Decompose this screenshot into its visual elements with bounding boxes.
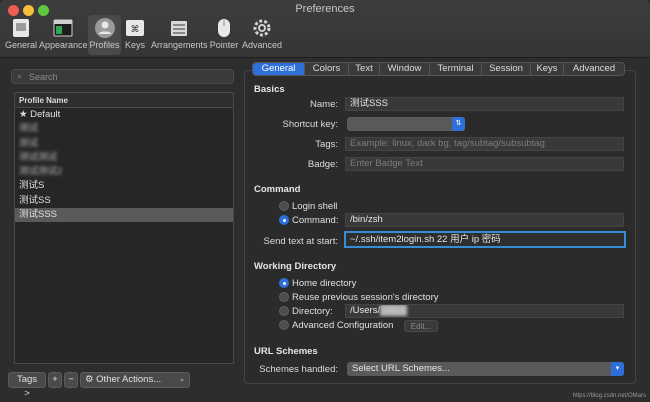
home-directory-radio[interactable] bbox=[279, 278, 289, 288]
general-icon bbox=[13, 19, 29, 37]
list-item[interactable]: 测试S bbox=[15, 179, 233, 193]
command-field[interactable]: /bin/zsh bbox=[345, 213, 624, 227]
command-radio[interactable] bbox=[279, 215, 289, 225]
list-item[interactable]: 测试 bbox=[15, 137, 233, 151]
basics-heading: Basics bbox=[254, 84, 285, 95]
url-schemes-select[interactable]: Select URL Schemes... ▾ bbox=[347, 362, 624, 376]
add-profile-button[interactable]: + bbox=[48, 372, 62, 388]
appearance-icon bbox=[53, 19, 73, 37]
home-directory-option[interactable]: Home directory bbox=[279, 278, 356, 290]
list-item-selected[interactable]: 测试SSS bbox=[15, 208, 233, 223]
toolbar-general[interactable]: General bbox=[4, 15, 38, 55]
preferences-window: Preferences General Appearance Profiles … bbox=[0, 0, 650, 402]
pointer-icon bbox=[218, 19, 230, 37]
tags-label: Tags: bbox=[315, 139, 338, 150]
edit-button[interactable]: Edit... bbox=[404, 320, 438, 332]
name-label: Name: bbox=[310, 99, 338, 110]
directory-field[interactable]: /Users/████ bbox=[345, 304, 624, 318]
tab-terminal[interactable]: Terminal bbox=[430, 63, 482, 75]
title-bar: Preferences General Appearance Profiles … bbox=[0, 0, 650, 58]
badge-label: Badge: bbox=[307, 159, 338, 170]
redacted-username: ████ bbox=[380, 305, 408, 316]
toolbar-pointer[interactable]: Pointer bbox=[209, 15, 239, 55]
keys-icon: ⌘ bbox=[126, 20, 144, 36]
advanced-configuration-radio[interactable] bbox=[279, 320, 289, 330]
toolbar-keys[interactable]: ⌘ Keys bbox=[124, 15, 146, 55]
working-directory-heading: Working Directory bbox=[254, 261, 337, 272]
chevron-down-icon: ⌄ bbox=[179, 376, 185, 383]
url-schemes-heading: URL Schemes bbox=[254, 346, 318, 357]
tab-text[interactable]: Text bbox=[349, 63, 380, 75]
settings-tabs: General Colors Text Window Terminal Sess… bbox=[252, 62, 625, 76]
command-heading: Command bbox=[254, 184, 301, 195]
gear-icon bbox=[253, 19, 271, 37]
send-text-field[interactable]: ~/.ssh/item2login.sh 22 用户 ip 密码 bbox=[344, 231, 626, 248]
toolbar-advanced[interactable]: Advanced bbox=[242, 15, 282, 55]
advanced-configuration-option[interactable]: Advanced Configuration bbox=[279, 320, 393, 332]
login-shell-radio[interactable] bbox=[279, 201, 289, 211]
window-title: Preferences bbox=[295, 3, 355, 15]
arrangements-icon bbox=[171, 21, 187, 36]
toolbar-profiles[interactable]: Profiles bbox=[88, 15, 121, 55]
profile-list: Profile Name ★ Default 测试 测试 测试测试 测试测试2 … bbox=[14, 92, 234, 364]
schemes-handled-label: Schemes handled: bbox=[259, 364, 338, 375]
reuse-directory-radio[interactable] bbox=[279, 292, 289, 302]
send-text-label: Send text at start: bbox=[263, 236, 338, 247]
tab-keys[interactable]: Keys bbox=[531, 63, 564, 75]
other-actions-button[interactable]: ⚙ Other Actions... ⌄ bbox=[80, 372, 190, 388]
toolbar-arrangements[interactable]: Arrangements bbox=[151, 15, 208, 55]
profile-search: ⌕ bbox=[11, 69, 234, 84]
list-item[interactable]: 测试 bbox=[15, 122, 233, 136]
name-field[interactable]: 测试SSS bbox=[345, 97, 624, 111]
list-item[interactable]: 测试测试2 bbox=[15, 165, 233, 179]
gear-icon: ⚙ bbox=[85, 374, 94, 385]
profile-actions-bar: Tags > + − ⚙ Other Actions... ⌄ bbox=[8, 372, 192, 399]
tags-button[interactable]: Tags > bbox=[8, 372, 46, 399]
reuse-directory-option[interactable]: Reuse previous session's directory bbox=[279, 292, 439, 304]
command-option[interactable]: Command: bbox=[279, 215, 338, 227]
list-item[interactable]: 测试测试 bbox=[15, 151, 233, 165]
tags-field[interactable]: Example: linux, dark bg, tag/subtag/subs… bbox=[345, 137, 624, 151]
list-item[interactable]: ★ Default bbox=[15, 108, 233, 122]
list-item[interactable]: 测试SS bbox=[15, 194, 233, 208]
tab-window[interactable]: Window bbox=[380, 63, 430, 75]
directory-radio[interactable] bbox=[279, 306, 289, 316]
tab-session[interactable]: Session bbox=[482, 63, 531, 75]
shortcut-key-label: Shortcut key: bbox=[282, 119, 338, 130]
toolbar-appearance[interactable]: Appearance bbox=[39, 15, 88, 55]
tab-colors[interactable]: Colors bbox=[305, 63, 349, 75]
shortcut-key-select[interactable]: ⇅ bbox=[347, 117, 465, 131]
tab-general[interactable]: General bbox=[253, 63, 305, 75]
login-shell-option[interactable]: Login shell bbox=[279, 201, 337, 213]
remove-profile-button[interactable]: − bbox=[64, 372, 78, 388]
directory-option[interactable]: Directory: bbox=[279, 306, 333, 318]
search-icon: ⌕ bbox=[17, 71, 23, 81]
profile-list-header[interactable]: Profile Name bbox=[15, 93, 233, 108]
chevron-down-icon: ▾ bbox=[611, 362, 624, 376]
tab-advanced[interactable]: Advanced bbox=[564, 63, 624, 75]
watermark: https://blog.csdn.net/OMars bbox=[572, 393, 646, 399]
chevron-updown-icon: ⇅ bbox=[452, 117, 465, 131]
search-input[interactable] bbox=[29, 70, 229, 83]
profiles-icon bbox=[94, 18, 115, 38]
svg-text:⌘: ⌘ bbox=[131, 25, 140, 35]
badge-field[interactable]: Enter Badge Text bbox=[345, 157, 624, 171]
